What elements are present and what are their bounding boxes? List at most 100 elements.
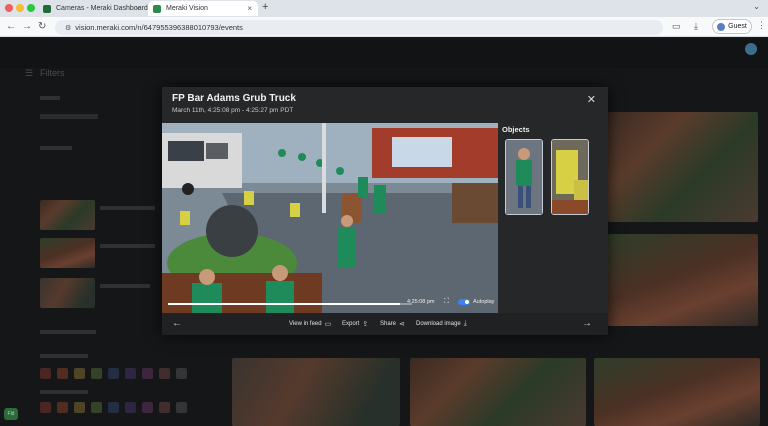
modal-action-bar: ← View in feed ▭ Export ⇪ Share ⋖ Downlo… [162,313,608,335]
cast-icon[interactable]: ▭ [672,21,681,32]
meraki-logo-icon [745,43,757,55]
object-thumbnail-chair[interactable] [551,139,589,215]
close-tab-icon[interactable]: × [135,4,140,13]
color-swatch[interactable] [125,402,136,413]
share-button[interactable]: Share ⋖ [380,320,405,328]
monitor-icon: ▭ [324,321,332,328]
share-label: Share [380,321,397,327]
color-swatch[interactable] [40,368,51,379]
autoplay-label: Autoplay [473,299,495,305]
download-image-label: Download image [416,321,461,327]
profile-button[interactable]: Guest [712,19,752,34]
guest-badge[interactable]: Fld [4,408,18,420]
color-swatch[interactable] [108,402,119,413]
autoplay-switch[interactable] [458,299,470,305]
minimize-window-button[interactable] [16,4,24,12]
modal-subtitle: March 11th, 4:25:08 pm - 4:25:27 pm PDT [172,107,294,114]
site-info-icon[interactable]: ⚙ [65,24,71,32]
close-window-button[interactable] [5,4,13,12]
event-thumbnail[interactable] [608,112,758,222]
export-label: Export [342,321,360,327]
new-tab-button[interactable]: + [262,1,268,13]
autoplay-toggle[interactable]: Autoplay [458,299,494,305]
camera-thumbnail[interactable] [40,278,95,308]
color-swatch[interactable] [57,368,68,379]
guest-avatar-icon [717,22,726,31]
tab-meraki-vision[interactable]: Meraki Vision × [148,1,258,16]
tab-cameras-dashboard[interactable]: Cameras - Meraki Dashboard × [38,1,148,16]
share-icon: ⋖ [399,321,405,328]
tab-label: Meraki Vision [166,5,208,12]
tab-search-chevron-icon[interactable]: ⌄ [753,2,760,11]
color-swatch[interactable] [108,368,119,379]
reload-icon[interactable]: ↻ [38,21,46,32]
color-swatch[interactable] [142,368,153,379]
address-bar[interactable]: ⚙ vision.meraki.com/n/647955396388010793… [55,20,663,35]
back-arrow-icon[interactable]: ← [6,21,16,32]
video-timestamp: 4:25:08 pm [407,299,435,305]
color-swatch[interactable] [91,368,102,379]
color-swatch[interactable] [142,402,153,413]
view-in-feed-label: View in feed [289,321,322,327]
date-filter-field[interactable] [40,114,98,119]
close-icon[interactable]: ✕ [587,93,596,106]
browser-tab-bar: Cameras - Meraki Dashboard × Meraki Visi… [0,0,768,17]
video-progress-fill [168,303,400,305]
camera-name-placeholder [100,206,155,210]
event-thumbnail[interactable] [608,234,758,326]
fullscreen-icon[interactable]: ⛶ [444,298,449,306]
next-event-arrow-icon[interactable]: → [582,318,592,329]
color-swatch[interactable] [159,368,170,379]
event-video[interactable]: 4:25:08 pm ⛶ Autoplay [162,123,498,313]
video-progress-bar[interactable] [168,303,412,305]
object-person-image [506,140,542,214]
previous-event-arrow-icon[interactable]: ← [172,318,182,329]
section-label-placeholder [40,330,96,334]
color-swatch[interactable] [176,368,187,379]
profile-label: Guest [728,23,747,30]
tab-label: Cameras - Meraki Dashboard [56,5,148,12]
event-thumbnail[interactable] [232,358,400,426]
browser-toolbar: ← → ↻ ⚙ vision.meraki.com/n/647955396388… [0,17,768,37]
event-thumbnail[interactable] [410,358,586,426]
export-button[interactable]: Export ⇪ [342,320,368,328]
app-header [0,38,768,68]
filter-label-placeholder [40,96,60,100]
browser-menu-icon[interactable]: ⋮ [757,20,766,31]
url-text: vision.meraki.com/n/647955396388010793/e… [75,23,243,32]
filters-title: Filters [40,68,65,78]
color-swatch[interactable] [74,402,85,413]
filter-icon: ☰ [25,68,34,78]
color-swatch[interactable] [40,402,51,413]
object-chair-image [552,140,588,214]
camera-thumbnail[interactable] [40,200,95,230]
view-in-feed-button[interactable]: View in feed ▭ [289,320,331,328]
camera-thumbnail[interactable] [40,238,95,268]
section-label-placeholder [40,390,88,394]
color-swatch[interactable] [91,402,102,413]
event-modal: FP Bar Adams Grub Truck March 11th, 4:25… [162,87,608,335]
color-swatch[interactable] [125,368,136,379]
meraki-dashboard-favicon-icon [43,4,51,13]
download-image-button[interactable]: Download image ⤓ [416,320,467,328]
close-tab-icon[interactable]: × [247,4,252,13]
color-swatch[interactable] [57,402,68,413]
color-swatch[interactable] [159,402,170,413]
camera-name-placeholder [100,284,150,288]
color-swatch[interactable] [176,402,187,413]
object-thumbnail-person[interactable] [505,139,543,215]
modal-title: FP Bar Adams Grub Truck [172,93,296,104]
video-frame-image [162,123,498,313]
download-icon: ⤓ [463,320,467,327]
color-swatch[interactable] [74,368,85,379]
camera-name-placeholder [100,244,155,248]
section-label-placeholder [40,354,88,358]
export-icon: ⇪ [362,321,369,328]
download-icon[interactable]: ⤓ [694,21,698,32]
cameras-label-placeholder [40,146,72,150]
objects-title: Objects [502,125,530,134]
forward-arrow-icon[interactable]: → [22,21,32,32]
maximize-window-button[interactable] [27,4,35,12]
event-thumbnail[interactable] [594,358,760,426]
meraki-vision-favicon-icon [153,4,161,13]
